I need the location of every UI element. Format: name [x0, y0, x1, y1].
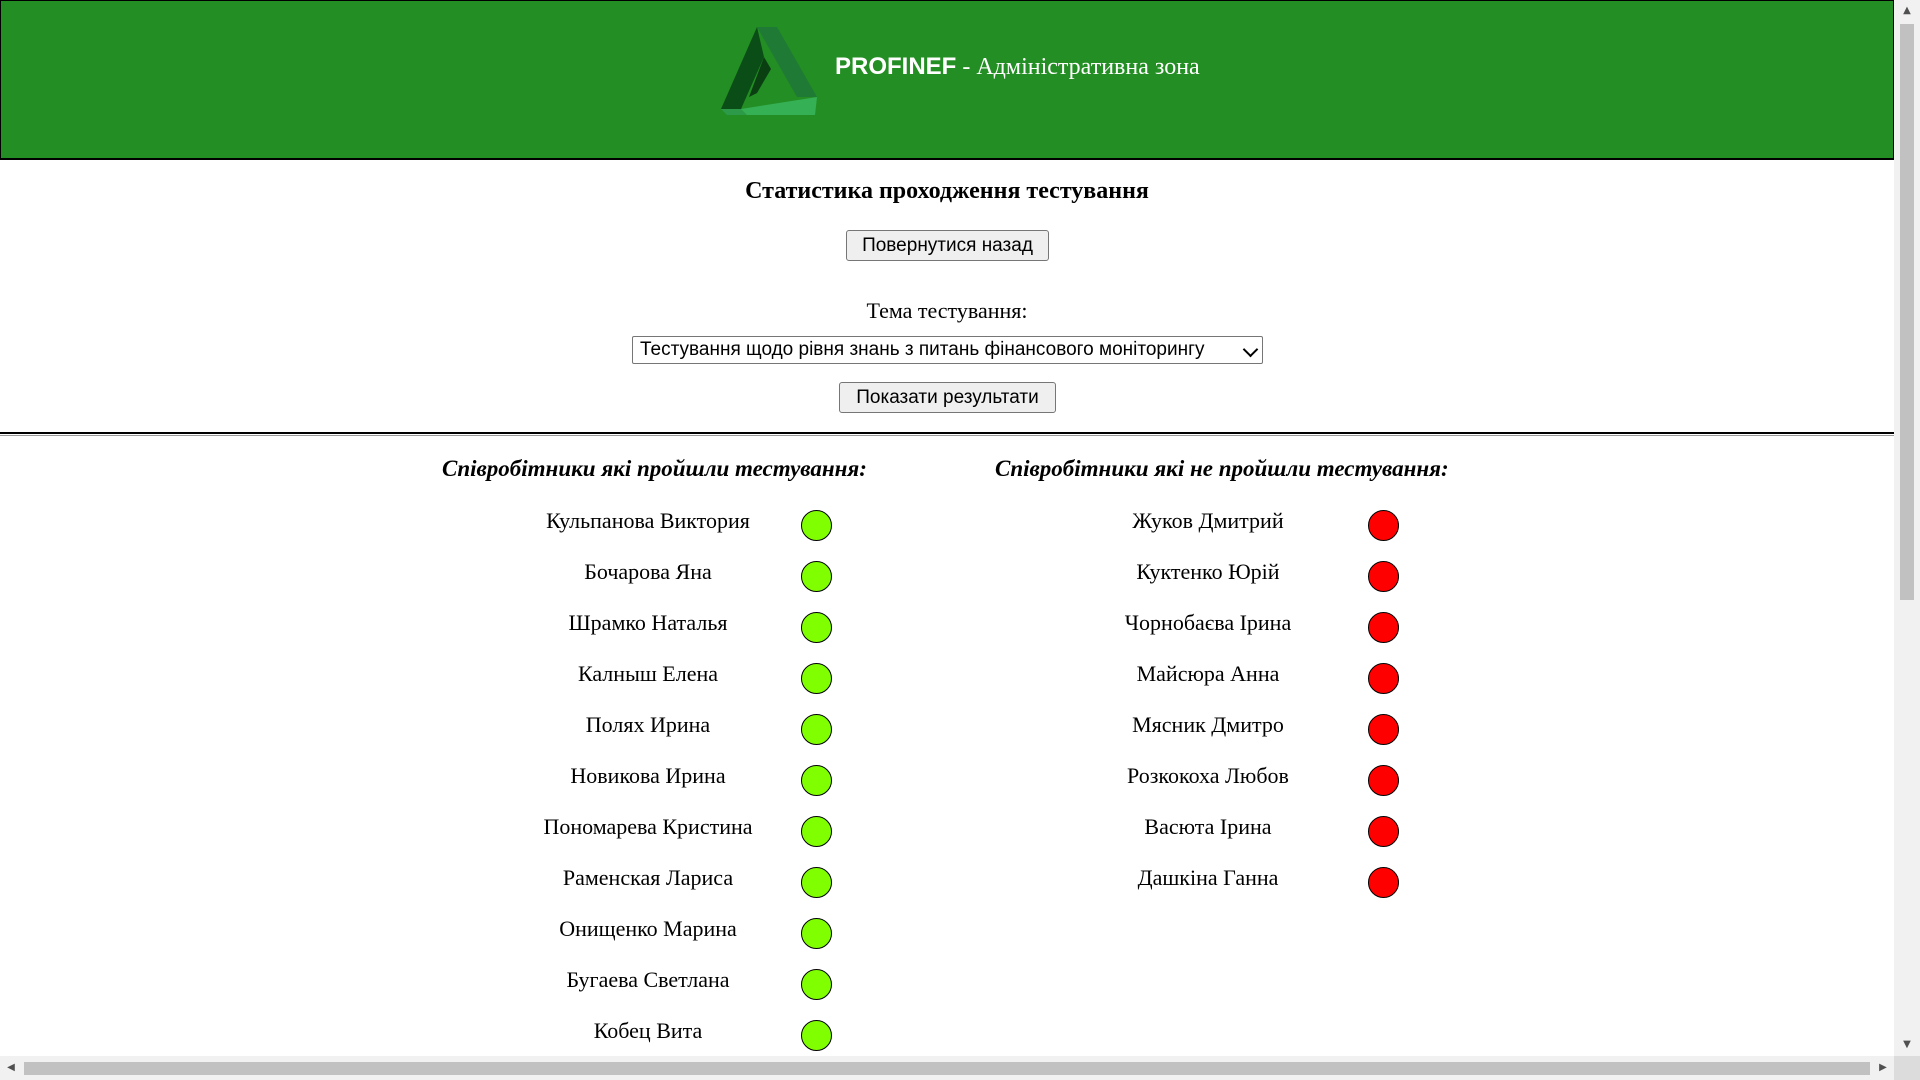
topic-select[interactable]: Тестування щодо рівня знань з питань фін… [632, 336, 1263, 364]
scroll-down-icon[interactable]: ▼ [1894, 1034, 1920, 1056]
triangle-logo-icon [721, 27, 817, 115]
employee-name: Кобец Вита [593, 1018, 703, 1043]
employee-row: Дашкіна Ганна [1080, 852, 1400, 903]
employee-name: Калныш Елена [577, 661, 719, 686]
employee-name: Шрамко Наталья [568, 610, 728, 635]
scroll-up-icon[interactable]: ▲ [1894, 0, 1920, 22]
employee-name: Новикова Ирина [570, 763, 726, 788]
employee-row: Розкокоха Любов [1080, 750, 1400, 801]
status-passed-dot-icon [801, 867, 832, 898]
status-passed-dot-icon [801, 969, 832, 1000]
header-subtitle: - Адміністративна зона [956, 54, 1200, 80]
chevron-down-icon [1242, 341, 1259, 358]
status-passed-dot-icon [801, 918, 832, 949]
status-failed-dot-icon [1368, 561, 1399, 592]
page-title: Статистика проходження тестування [745, 178, 1149, 204]
employee-row: Раменская Лариса [520, 852, 840, 903]
employee-row: Куктенко Юрій [1080, 546, 1400, 597]
status-failed-dot-icon [1368, 714, 1399, 745]
employee-row: Майсюра Анна [1080, 648, 1400, 699]
topic-label: Тема тестування: [866, 298, 1028, 323]
status-passed-dot-icon [801, 816, 832, 847]
employee-name: Жуков Дмитрий [1132, 508, 1284, 533]
vertical-scroll-thumb[interactable] [1900, 24, 1914, 600]
header-banner: PROFINEF - Адміністративна зона [0, 0, 1894, 160]
passed-employee-list: Кульпанова Виктория Бочарова Яна Шрамко На… [520, 495, 840, 1056]
employee-name: Куктенко Юрій [1136, 559, 1280, 584]
employee-row: Жуков Дмитрий [1080, 495, 1400, 546]
vertical-scrollbar[interactable]: ▲ ▼ [1894, 0, 1920, 1056]
employee-name: Онищенко Марина [559, 916, 737, 941]
employee-row: Бочарова Яна [520, 546, 840, 597]
employee-name: Бочарова Яна [584, 559, 712, 584]
employee-row: Васюта Ірина [1080, 801, 1400, 852]
status-failed-dot-icon [1368, 765, 1399, 796]
employee-name: Чорнобаєва Ірина [1124, 610, 1292, 635]
employee-name: Васюта Ірина [1144, 814, 1272, 839]
employee-row: Бугаева Светлана [520, 954, 840, 1005]
section-divider [0, 432, 1894, 436]
employee-name: Мясник Дмитро [1132, 712, 1284, 737]
employee-row: Кульпанова Виктория [520, 495, 840, 546]
employee-row: Кобец Вита [520, 1005, 840, 1056]
status-passed-dot-icon [801, 663, 832, 694]
scrollbar-corner [1894, 1056, 1920, 1080]
status-failed-dot-icon [1368, 867, 1399, 898]
back-button[interactable]: Повернутися назад [846, 230, 1049, 261]
failed-column-title: Співробітники які не пройшли тестування: [995, 456, 1449, 481]
show-results-button[interactable]: Показати результати [839, 382, 1056, 413]
employee-name: Дашкіна Ганна [1137, 865, 1279, 890]
employee-name: Кульпанова Виктория [546, 508, 750, 533]
failed-employee-list: Жуков Дмитрий Куктенко Юрій Чорнобаєва Іри… [1080, 495, 1400, 903]
employee-name: Розкокоха Любов [1127, 763, 1289, 788]
employee-name: Бугаева Светлана [566, 967, 730, 992]
topic-selected-value: Тестування щодо рівня знань з питань фін… [640, 339, 1205, 360]
employee-name: Полях Ирина [585, 712, 711, 737]
employee-name: Пономарева Кристина [543, 814, 753, 839]
horizontal-scrollbar[interactable]: ◀ ▶ [0, 1056, 1894, 1080]
employee-row: Новикова Ирина [520, 750, 840, 801]
status-passed-dot-icon [801, 1020, 832, 1051]
employee-row: Чорнобаєва Ірина [1080, 597, 1400, 648]
employee-name: Раменская Лариса [562, 865, 734, 890]
employee-row: Калныш Елена [520, 648, 840, 699]
horizontal-scroll-thumb[interactable] [24, 1062, 1870, 1075]
status-passed-dot-icon [801, 510, 832, 541]
status-failed-dot-icon [1368, 816, 1399, 847]
passed-column-title: Співробітники які пройшли тестування: [442, 456, 867, 481]
brand-name: PROFINEF [835, 53, 957, 80]
employee-row: Пономарева Кристина [520, 801, 840, 852]
employee-row: Онищенко Марина [520, 903, 840, 954]
employee-row: Мясник Дмитро [1080, 699, 1400, 750]
employee-name: Майсюра Анна [1136, 661, 1280, 686]
status-passed-dot-icon [801, 765, 832, 796]
status-passed-dot-icon [801, 714, 832, 745]
scroll-right-icon[interactable]: ▶ [1872, 1056, 1894, 1080]
status-passed-dot-icon [801, 561, 832, 592]
header-title: PROFINEF - Адміністративна зона [835, 53, 1200, 81]
employee-row: Шрамко Наталья [520, 597, 840, 648]
status-failed-dot-icon [1368, 510, 1399, 541]
scroll-left-icon[interactable]: ◀ [0, 1056, 22, 1080]
employee-row: Полях Ирина [520, 699, 840, 750]
status-failed-dot-icon [1368, 663, 1399, 694]
status-failed-dot-icon [1368, 612, 1399, 643]
status-passed-dot-icon [801, 612, 832, 643]
